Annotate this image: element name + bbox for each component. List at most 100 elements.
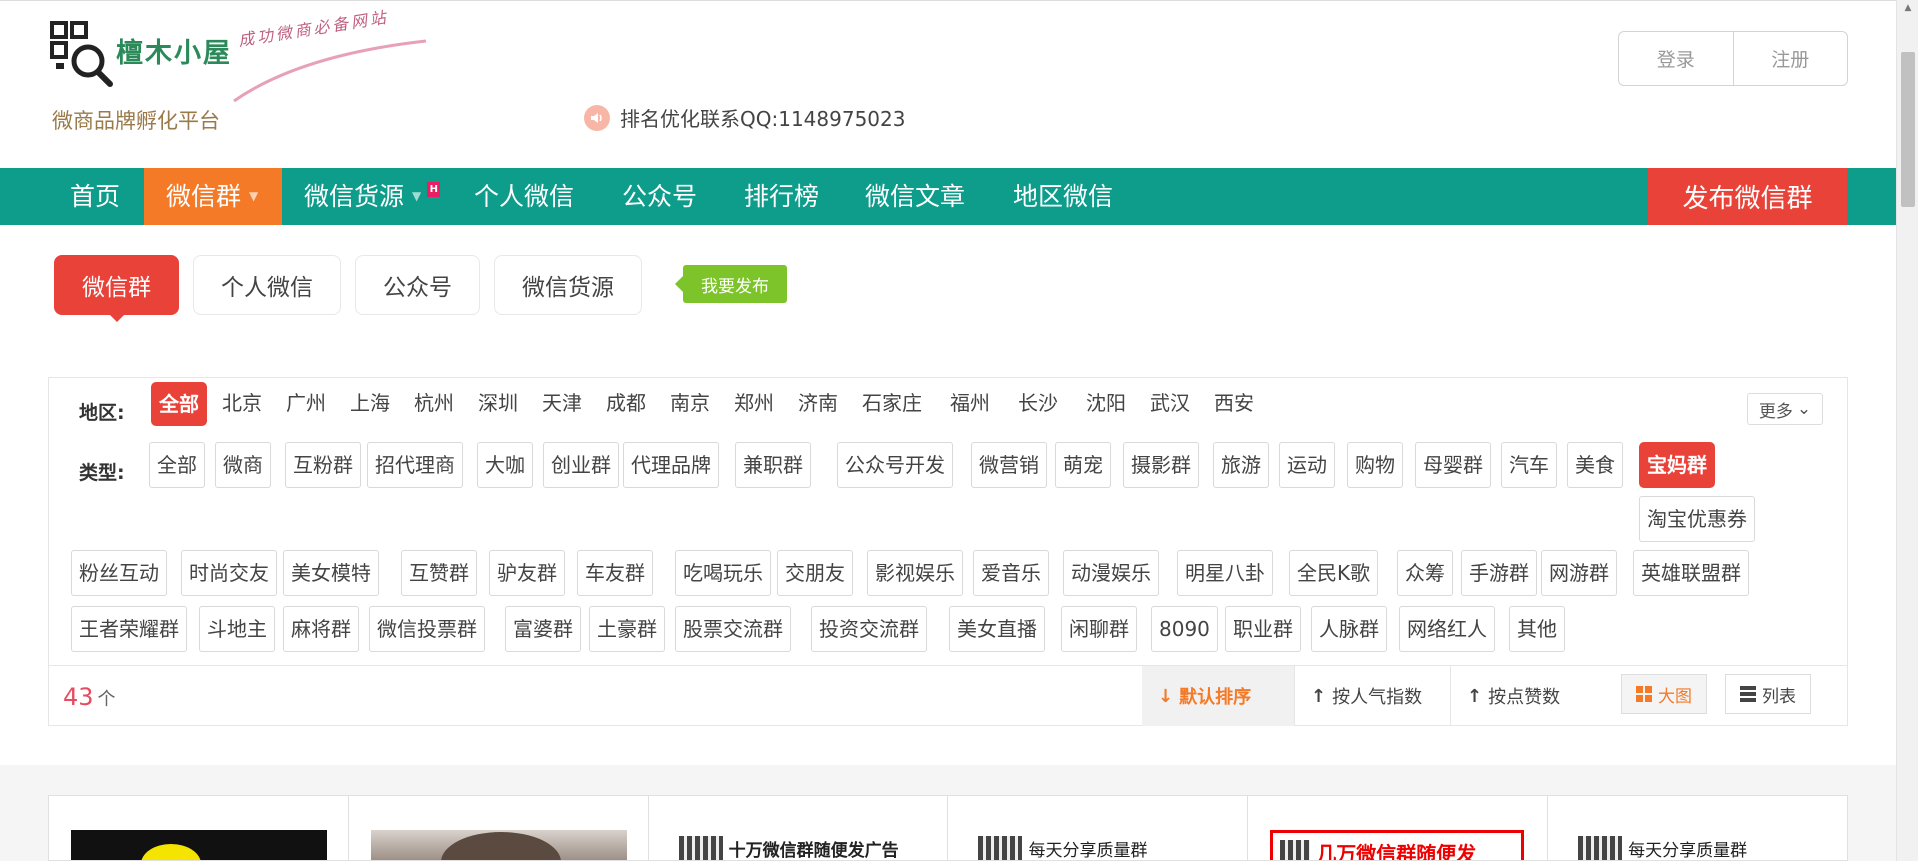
type-chip[interactable]: 麻将群	[283, 606, 359, 652]
type-chip[interactable]: 兼职群	[735, 442, 811, 488]
type-chip[interactable]: 王者荣耀群	[71, 606, 187, 652]
type-chip[interactable]: 驴友群	[489, 550, 565, 596]
nav-item-ranking[interactable]: 排行榜	[722, 168, 841, 225]
nav-item-wechat-supply[interactable]: 微信货源 ▼ H	[282, 168, 462, 225]
region-chip[interactable]: 上海	[343, 382, 397, 426]
more-regions-button[interactable]: 更多 ⌄	[1747, 393, 1823, 425]
type-chip[interactable]: 车友群	[577, 550, 653, 596]
type-chip[interactable]: 斗地主	[199, 606, 275, 652]
register-button[interactable]: 注册	[1732, 32, 1848, 85]
type-chip[interactable]: 明星八卦	[1177, 550, 1273, 596]
region-chip[interactable]: 长沙	[1011, 382, 1065, 426]
view-grid-button[interactable]: 大图	[1621, 674, 1707, 714]
site-logo[interactable]: 檀木小屋 成功微商必备网站	[50, 7, 427, 103]
type-chip[interactable]: 全民K歌	[1289, 550, 1379, 596]
type-chip[interactable]: 旅游	[1213, 442, 1269, 488]
type-chip[interactable]: 母婴群	[1415, 442, 1491, 488]
nav-item-home[interactable]: 首页	[48, 168, 142, 225]
type-chip[interactable]: 职业群	[1225, 606, 1301, 652]
nav-item-regional[interactable]: 地区微信	[991, 168, 1135, 225]
type-chip[interactable]: 创业群	[543, 442, 619, 488]
nav-item-articles[interactable]: 微信文章	[843, 168, 987, 225]
view-list-button[interactable]: 列表	[1725, 674, 1811, 714]
region-chip[interactable]: 石家庄	[855, 382, 929, 426]
type-chip[interactable]: 运动	[1279, 442, 1335, 488]
region-chip[interactable]: 武汉	[1143, 382, 1197, 426]
type-chip[interactable]: 美女直播	[949, 606, 1045, 652]
tab-official-account[interactable]: 公众号	[355, 255, 480, 315]
region-chip[interactable]: 北京	[215, 382, 269, 426]
region-chip[interactable]: 广州	[279, 382, 333, 426]
region-chip[interactable]: 福州	[943, 382, 997, 426]
tab-wechat-group[interactable]: 微信群	[54, 255, 179, 322]
group-card[interactable]: 几万微信群随便发	[1248, 796, 1549, 860]
type-chip[interactable]: 影视娱乐	[867, 550, 963, 596]
type-chip[interactable]: 众筹	[1397, 550, 1453, 596]
type-chip[interactable]: 微信投票群	[369, 606, 485, 652]
tab-personal-wechat[interactable]: 个人微信	[193, 255, 341, 315]
type-chip[interactable]: 其他	[1509, 606, 1565, 652]
type-chip[interactable]: 土豪群	[589, 606, 665, 652]
scroll-thumb[interactable]	[1901, 52, 1915, 207]
type-chip[interactable]: 萌宠	[1055, 442, 1111, 488]
type-chip[interactable]: 网游群	[1541, 550, 1617, 596]
region-chip[interactable]: 成都	[599, 382, 653, 426]
type-chip[interactable]: 富婆群	[505, 606, 581, 652]
group-card[interactable]	[49, 796, 349, 860]
region-chip[interactable]: 深圳	[471, 382, 525, 426]
type-chip[interactable]: 互粉群	[285, 442, 361, 488]
type-chip[interactable]: 股票交流群	[675, 606, 791, 652]
type-chip[interactable]: 宝妈群	[1639, 442, 1715, 488]
type-chip[interactable]: 招代理商	[367, 442, 463, 488]
region-chip[interactable]: 南京	[663, 382, 717, 426]
type-chip[interactable]: 大咖	[477, 442, 533, 488]
scroll-up-icon[interactable]: ▲	[1897, 0, 1918, 16]
nav-item-wechat-group[interactable]: 微信群 ▼	[144, 168, 282, 225]
type-chip[interactable]: 微商	[215, 442, 271, 488]
type-chip[interactable]: 手游群	[1461, 550, 1537, 596]
region-chip[interactable]: 杭州	[407, 382, 461, 426]
type-chip[interactable]: 微营销	[971, 442, 1047, 488]
publish-group-button[interactable]: 发布微信群	[1648, 168, 1847, 225]
type-chip[interactable]: 网络红人	[1399, 606, 1495, 652]
type-chip[interactable]: 时尚交友	[181, 550, 277, 596]
sort-popularity-button[interactable]: ↑ 按人气指数	[1294, 666, 1450, 726]
sort-likes-button[interactable]: ↑ 按点赞数	[1450, 666, 1600, 726]
type-chip[interactable]: 粉丝互动	[71, 550, 167, 596]
tab-wechat-supply[interactable]: 微信货源	[494, 255, 642, 315]
type-chip[interactable]: 吃喝玩乐	[675, 550, 771, 596]
type-chip[interactable]: 美女模特	[283, 550, 379, 596]
sort-default-button[interactable]: ↓ 默认排序	[1142, 666, 1294, 726]
page-scrollbar[interactable]: ▲	[1896, 0, 1918, 861]
region-chip[interactable]: 西安	[1207, 382, 1261, 426]
region-chip[interactable]: 天津	[535, 382, 589, 426]
region-chip[interactable]: 济南	[791, 382, 845, 426]
type-chip[interactable]: 公众号开发	[837, 442, 953, 488]
type-chip[interactable]: 闲聊群	[1061, 606, 1137, 652]
nav-item-personal-wechat[interactable]: 个人微信	[452, 168, 596, 225]
type-chip[interactable]: 淘宝优惠券	[1639, 496, 1755, 542]
type-chip[interactable]: 全部	[149, 442, 205, 488]
type-chip[interactable]: 8090	[1151, 606, 1218, 652]
type-chip[interactable]: 互赞群	[401, 550, 477, 596]
region-chip[interactable]: 全部	[151, 382, 207, 426]
login-button[interactable]: 登录	[1619, 32, 1733, 85]
type-chip[interactable]: 交朋友	[777, 550, 853, 596]
type-chip[interactable]: 人脉群	[1311, 606, 1387, 652]
group-card[interactable]: 十万微信群随便发广告	[649, 796, 949, 860]
region-chip[interactable]: 沈阳	[1079, 382, 1133, 426]
type-chip[interactable]: 购物	[1347, 442, 1403, 488]
type-chip[interactable]: 汽车	[1501, 442, 1557, 488]
type-chip[interactable]: 投资交流群	[811, 606, 927, 652]
type-chip[interactable]: 英雄联盟群	[1633, 550, 1749, 596]
region-chip[interactable]: 郑州	[727, 382, 781, 426]
group-card[interactable]	[349, 796, 649, 860]
nav-item-official-account[interactable]: 公众号	[600, 168, 719, 225]
group-card[interactable]: 每天分享质量群	[1548, 796, 1847, 860]
post-now-button[interactable]: 我要发布	[675, 265, 787, 303]
type-chip[interactable]: 爱音乐	[973, 550, 1049, 596]
type-chip[interactable]: 摄影群	[1123, 442, 1199, 488]
group-card[interactable]: 每天分享质量群	[948, 796, 1249, 860]
type-chip[interactable]: 动漫娱乐	[1063, 550, 1159, 596]
type-chip[interactable]: 代理品牌	[623, 442, 719, 488]
